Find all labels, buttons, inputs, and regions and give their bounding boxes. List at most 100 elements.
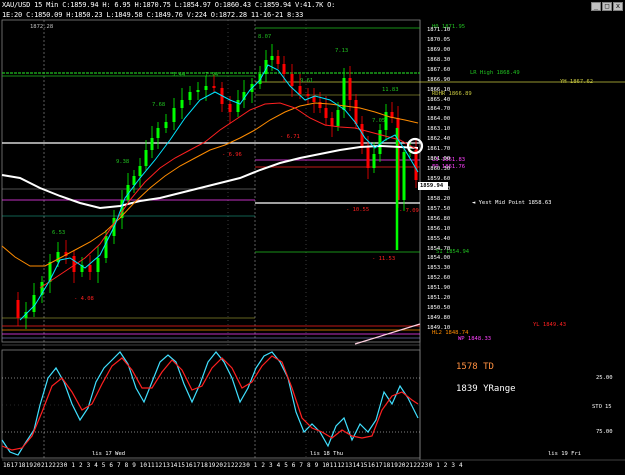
time-tick: 23: [421, 462, 429, 469]
time-tick: 0: [428, 462, 433, 469]
candle-body: [132, 176, 136, 185]
time-tick: 17: [10, 462, 18, 469]
time-tick: 22: [413, 462, 421, 469]
level-label-lr-high: LR High 1868.49: [470, 70, 520, 76]
price-tick: 1869.00: [427, 46, 451, 53]
time-tick: 4: [94, 462, 98, 469]
time-tick: 1: [71, 462, 76, 469]
time-tick: 9: [314, 462, 319, 469]
time-tick: 21: [41, 462, 49, 469]
price-tick: 1863.10: [427, 126, 451, 133]
time-tick: 20: [215, 462, 224, 469]
swing-label: - 4.08: [74, 296, 94, 302]
level-label-wp: WP 1848.33: [458, 336, 492, 342]
time-tick: 7: [117, 462, 121, 469]
swing-label: 9.38: [116, 159, 130, 165]
time-tick: 20: [398, 462, 406, 469]
swing-label: 7.68: [152, 102, 166, 108]
price-tick: 1852.60: [427, 275, 451, 282]
candlestick-series: [16, 44, 418, 329]
price-tick: 1862.40: [427, 136, 451, 143]
time-tick: 11: [329, 462, 338, 469]
day-label: lis 19 Fri: [548, 451, 582, 457]
price-tick: 1857.50: [427, 205, 451, 212]
price-panel-frame: [1, 19, 421, 343]
swing-label: 6.53: [52, 230, 66, 236]
time-tick: 5: [284, 462, 288, 469]
price-tick: 1858.20: [427, 195, 451, 202]
candle-body: [32, 295, 36, 312]
candle-body: [188, 92, 192, 100]
candle-body: [290, 74, 294, 86]
time-tick: 2: [261, 462, 266, 469]
time-tick: 11: [147, 462, 155, 469]
swing-label: - 7.09: [399, 208, 419, 214]
time-tick: 13: [162, 462, 170, 469]
time-tick: 0: [246, 462, 250, 469]
candle-body: [298, 86, 302, 94]
candle-body: [372, 154, 376, 168]
swing-label: - 10.55: [346, 207, 370, 213]
swing-label: 7.13: [335, 48, 349, 54]
candle-body: [138, 166, 142, 176]
time-tick: 10: [322, 462, 330, 469]
level-label-yh: YH 1867.62: [560, 79, 594, 85]
oscillator-panel-frame: [1, 349, 421, 459]
time-tick: 13: [345, 462, 353, 469]
candle-body: [144, 150, 148, 166]
time-tick: 18: [200, 462, 208, 469]
candle-body: [88, 265, 92, 272]
candle-body: [366, 146, 370, 168]
price-tick: 1849.10: [427, 325, 451, 331]
time-tick: 15: [360, 462, 368, 469]
price-tick: 1868.30: [427, 56, 451, 63]
candle-body: [228, 104, 232, 112]
day-label: lis 18 Thu: [310, 451, 344, 457]
price-tick: 1867.60: [427, 66, 451, 73]
price-tick: 1851.90: [427, 285, 451, 292]
candle-body: [378, 130, 382, 154]
price-chart[interactable]: [0, 0, 625, 475]
day-label: lis 17 Wed: [92, 451, 126, 457]
time-tick: 16: [367, 462, 376, 469]
price-tick: 1856.10: [427, 225, 451, 232]
current-price-label: 1859.94: [420, 183, 444, 189]
time-tick: 22: [231, 462, 239, 469]
swing-label: 8.07: [258, 34, 272, 40]
candle-body: [336, 110, 340, 126]
swing-label: 9.61: [300, 78, 314, 84]
swing-label: - 6.96: [222, 152, 242, 158]
time-tick: 14: [352, 462, 360, 469]
candle-body: [306, 94, 310, 96]
candle-body: [236, 100, 240, 112]
time-tick: 0: [63, 462, 68, 469]
price-tick: 1860.30: [427, 166, 451, 173]
swing-label: 5.44: [172, 72, 186, 78]
sto-name: STO: [592, 404, 602, 410]
time-tick: 4: [276, 462, 281, 469]
price-tick: 1864.70: [427, 106, 451, 113]
time-tick: 14: [170, 462, 178, 469]
price-tick: 1864.00: [427, 116, 451, 123]
time-tick: 3: [86, 462, 91, 469]
ma-white: [1, 144, 419, 210]
sto-level-lower: 75.00: [596, 429, 613, 435]
time-tick: 21: [405, 462, 414, 469]
yest-mid-text: Yest Mid Point 1858.63: [478, 200, 552, 206]
time-tick: 22: [48, 462, 56, 469]
candle-body: [16, 300, 20, 318]
candle-body: [156, 128, 160, 138]
swing-label: 11.83: [382, 87, 399, 93]
candle-body: [172, 108, 176, 122]
candle-body: [342, 78, 346, 110]
price-tick: 1861.70: [427, 146, 451, 153]
time-tick: 3: [269, 462, 273, 469]
price-tick: 1856.80: [427, 215, 451, 222]
candle-body: [330, 118, 334, 126]
time-tick: 2: [79, 462, 83, 469]
time-tick: 6: [291, 462, 296, 469]
swing-label: 7.05: [372, 118, 386, 124]
time-tick: 23: [56, 462, 64, 469]
time-tick: 12: [337, 462, 345, 469]
level-label-top: 1872.28: [30, 24, 54, 30]
